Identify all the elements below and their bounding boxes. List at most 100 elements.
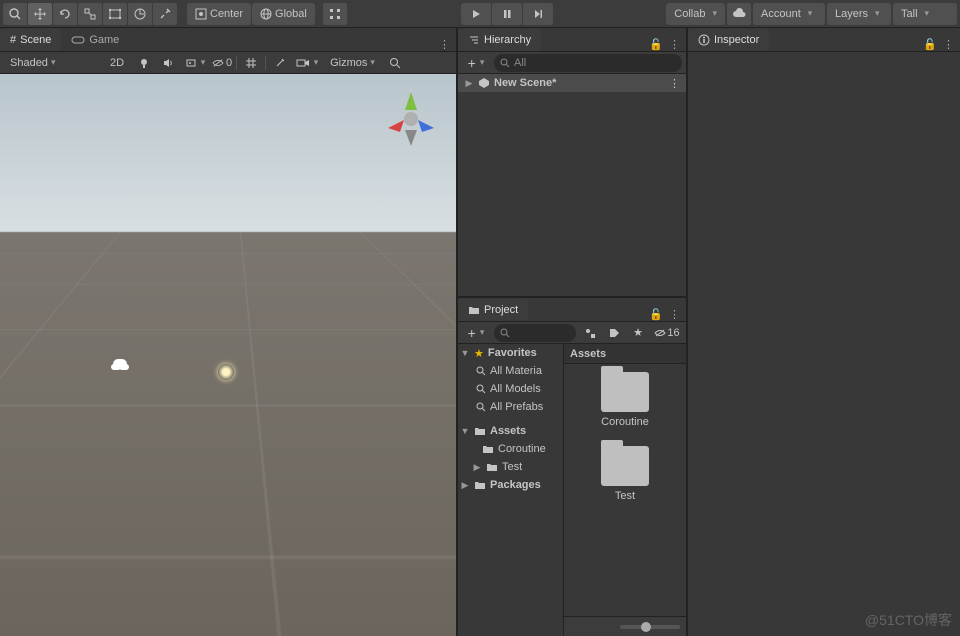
expand-arrow-icon[interactable] (464, 78, 474, 89)
transform-tool-button[interactable] (128, 3, 152, 25)
scene-search-icon[interactable] (385, 54, 405, 72)
breadcrumb-label: Assets (570, 348, 606, 360)
asset-folder-item[interactable]: Test (601, 446, 649, 502)
expand-arrow-icon[interactable] (460, 480, 470, 491)
tab-game-label: Game (89, 34, 119, 46)
project-panel: Project 🔓 ⋮ + ★ 16 (458, 298, 686, 636)
hierarchy-panel: Hierarchy 🔓 ⋮ + All New Scene* (458, 28, 686, 298)
hidden-packages-toggle[interactable]: 16 (652, 324, 682, 342)
create-dropdown[interactable]: + (462, 54, 490, 72)
tab-scene[interactable]: # Scene (0, 29, 61, 51)
orientation-gizmo[interactable]: y z x (376, 84, 446, 154)
pivot-toggle[interactable]: Center (187, 3, 251, 25)
layers-dropdown[interactable]: Layers (827, 3, 891, 25)
lock-icon[interactable]: 🔓 (923, 38, 937, 51)
inspector-body (688, 52, 960, 636)
tab-game[interactable]: Game (61, 29, 129, 51)
grid-size-slider[interactable] (620, 625, 680, 629)
asset-child-row[interactable]: Coroutine (458, 440, 563, 458)
assets-row[interactable]: Assets (458, 422, 563, 440)
step-button[interactable] (523, 3, 553, 25)
account-dropdown[interactable]: Account (753, 3, 825, 25)
scene-root-row[interactable]: New Scene* ⋮ (458, 74, 686, 92)
tab-hierarchy[interactable]: Hierarchy (458, 29, 541, 51)
lighting-toggle[interactable] (134, 54, 154, 72)
grid-size-bar (564, 616, 686, 636)
expand-arrow-icon[interactable] (460, 348, 470, 358)
fav-item[interactable]: All Prefabs (458, 398, 563, 416)
fav-item-label: All Materia (490, 365, 542, 377)
favorites-row[interactable]: ★ Favorites (458, 344, 563, 362)
gizmos-dropdown[interactable]: Gizmos (324, 54, 381, 72)
rect-tool-button[interactable] (103, 3, 127, 25)
scene-menu-icon[interactable]: ⋮ (669, 77, 686, 90)
filter-by-type-icon[interactable] (580, 324, 600, 342)
scene-icon: # (10, 34, 16, 46)
asset-folder-item[interactable]: Coroutine (601, 372, 649, 428)
tab-inspector[interactable]: Inspector (688, 29, 769, 51)
asset-child-row[interactable]: Test (458, 458, 563, 476)
tools-button[interactable] (270, 54, 290, 72)
space-label: Global (275, 8, 307, 20)
main-area: # Scene Game ⋮ Shaded 2D 0 Gizmos (0, 28, 960, 636)
hierarchy-icon (468, 34, 480, 46)
project-tree: ★ Favorites All Materia All Models All P… (458, 344, 564, 636)
search-icon (476, 366, 486, 376)
scene-column: # Scene Game ⋮ Shaded 2D 0 Gizmos (0, 28, 458, 636)
expand-arrow-icon[interactable] (460, 426, 470, 436)
camera-gizmo-icon[interactable] (113, 359, 127, 369)
rotate-tool-button[interactable] (53, 3, 77, 25)
snap-toggle[interactable] (323, 3, 347, 25)
pivot-label: Center (210, 8, 243, 20)
collab-dropdown[interactable]: Collab (666, 3, 725, 25)
gizmos-label: Gizmos (330, 57, 367, 69)
filter-by-label-icon[interactable] (604, 324, 624, 342)
account-label: Account (761, 8, 801, 20)
move-tool-button[interactable] (28, 3, 52, 25)
lock-icon[interactable]: 🔓 (649, 38, 663, 51)
cloud-button[interactable] (727, 3, 751, 25)
camera-dropdown[interactable] (294, 54, 320, 72)
fav-item[interactable]: All Materia (458, 362, 563, 380)
shading-dropdown[interactable]: Shaded (4, 54, 100, 72)
audio-toggle[interactable] (158, 54, 178, 72)
hidden-objects-toggle[interactable]: 0 (212, 54, 232, 72)
fx-dropdown[interactable] (182, 54, 208, 72)
custom-tool-button[interactable] (153, 3, 177, 25)
expand-arrow-icon[interactable] (472, 462, 482, 473)
lock-icon[interactable]: 🔓 (649, 308, 663, 321)
panel-menu-icon[interactable]: ⋮ (439, 38, 450, 51)
2d-toggle[interactable]: 2D (104, 54, 130, 72)
layout-dropdown[interactable]: Tall (893, 3, 957, 25)
asset-folder-label: Test (615, 490, 635, 502)
grid-toggle[interactable] (241, 54, 261, 72)
light-gizmo-icon[interactable] (218, 364, 234, 380)
pause-button[interactable] (492, 3, 522, 25)
middle-column: Hierarchy 🔓 ⋮ + All New Scene* (458, 28, 688, 636)
tab-project[interactable]: Project (458, 299, 528, 321)
project-create-dropdown[interactable]: + (462, 324, 490, 342)
packages-row[interactable]: Packages (458, 476, 563, 494)
tab-scene-label: Scene (20, 34, 51, 46)
svg-text:z: z (438, 127, 442, 134)
project-breadcrumb[interactable]: Assets (564, 344, 686, 364)
panel-menu-icon[interactable]: ⋮ (669, 308, 680, 321)
layers-label: Layers (835, 8, 868, 20)
space-toggle[interactable]: Global (252, 3, 315, 25)
save-search-icon[interactable]: ★ (628, 324, 648, 342)
hand-tool-button[interactable] (3, 3, 27, 25)
scene-viewport[interactable]: y z x (0, 74, 456, 636)
play-button[interactable] (461, 3, 491, 25)
search-icon (476, 384, 486, 394)
favorites-label: Favorites (488, 347, 537, 359)
panel-menu-icon[interactable]: ⋮ (943, 38, 954, 51)
folder-icon (474, 426, 486, 436)
fav-item[interactable]: All Models (458, 380, 563, 398)
asset-child-label: Test (502, 461, 522, 473)
hierarchy-search[interactable]: All (494, 54, 682, 72)
layout-label: Tall (901, 8, 918, 20)
project-search[interactable] (494, 324, 576, 342)
panel-menu-icon[interactable]: ⋮ (669, 38, 680, 51)
scale-tool-button[interactable] (78, 3, 102, 25)
hidden-count: 0 (226, 57, 232, 69)
